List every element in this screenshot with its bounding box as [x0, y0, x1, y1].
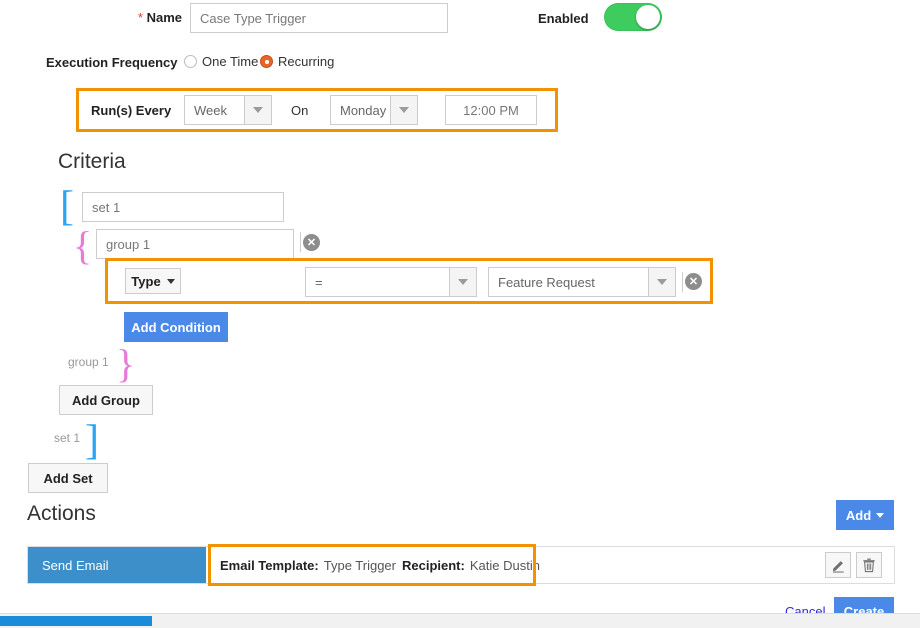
group-open-bracket: { [73, 223, 93, 268]
execution-frequency-label: Execution Frequency [46, 55, 178, 70]
condition-field-select[interactable]: Type [125, 268, 181, 294]
chevron-down-icon [166, 278, 175, 284]
runs-every-select[interactable]: Week [184, 95, 272, 125]
set-name-input[interactable]: set 1 [82, 192, 284, 222]
horizontal-scrollbar[interactable] [0, 613, 920, 628]
condition-operator-value: = [315, 274, 323, 290]
radio-one-time-label: One Time [202, 54, 259, 69]
add-condition-button[interactable]: Add Condition [124, 312, 228, 342]
actions-heading: Actions [27, 502, 96, 525]
name-label: Name [146, 10, 182, 25]
set-open-bracket: [ [60, 184, 74, 230]
runs-every-label: Run(s) Every [91, 103, 172, 118]
scrollbar-thumb[interactable] [0, 616, 152, 626]
condition-value-select[interactable]: Feature Request [488, 267, 676, 297]
condition-operator-select[interactable]: = [305, 267, 477, 297]
action-detail: Email Template: Type Trigger Recipient: … [206, 547, 825, 583]
add-action-button[interactable]: Add [836, 500, 894, 530]
condition-value-text: Feature Request [498, 274, 595, 290]
frequency-radio-one-time[interactable]: One Time [184, 54, 258, 69]
condition-divider [682, 272, 683, 292]
on-day-select[interactable]: Monday [330, 95, 418, 125]
enabled-toggle[interactable] [604, 3, 662, 31]
on-day-value: Monday [340, 102, 387, 118]
name-label-wrap: * Name [118, 10, 182, 25]
required-asterisk: * [137, 10, 143, 25]
remove-group-button[interactable]: ✕ [303, 234, 320, 251]
chevron-down-icon[interactable] [390, 96, 417, 124]
enabled-label: Enabled [538, 11, 589, 26]
chevron-down-icon[interactable] [244, 96, 271, 124]
name-input[interactable]: Case Type Trigger [190, 3, 448, 33]
chevron-down-icon[interactable] [648, 268, 675, 296]
on-label: On [291, 103, 309, 118]
chevron-down-icon[interactable] [449, 268, 476, 296]
action-detail-value-1: Type Trigger [323, 557, 396, 573]
group-name-input[interactable]: group 1 [96, 229, 294, 259]
criteria-heading: Criteria [58, 150, 126, 173]
action-type-label: Send Email [28, 547, 206, 583]
runs-every-value: Week [194, 102, 227, 118]
group-divider [300, 232, 301, 252]
time-input[interactable]: 12:00 PM [445, 95, 537, 125]
pencil-icon [832, 560, 844, 573]
action-detail-label-1: Email Template: [220, 557, 319, 573]
action-detail-value-2: Katie Dustin [469, 557, 540, 573]
trash-icon [863, 558, 875, 572]
frequency-radio-recurring[interactable]: Recurring [260, 54, 334, 69]
action-detail-label-2: Recipient: [402, 557, 465, 573]
radio-one-time-input[interactable] [184, 55, 197, 68]
condition-field-value: Type [131, 273, 161, 289]
delete-action-button[interactable] [856, 552, 882, 578]
action-row-controls [825, 547, 894, 583]
toggle-knob [636, 5, 660, 29]
edit-action-button[interactable] [825, 552, 851, 578]
add-action-label: Add [845, 507, 872, 523]
chevron-down-icon [876, 512, 885, 518]
add-group-button[interactable]: Add Group [59, 385, 153, 415]
action-row: Send Email Email Template: Type Trigger … [27, 546, 895, 584]
remove-condition-button[interactable]: ✕ [685, 273, 702, 290]
group-close-bracket: } [116, 341, 136, 386]
group-close-label: group 1 [68, 355, 109, 369]
set-close-bracket: ] [85, 418, 99, 464]
radio-recurring-input[interactable] [260, 55, 273, 68]
radio-recurring-label: Recurring [278, 54, 335, 69]
add-set-button[interactable]: Add Set [28, 463, 108, 493]
set-close-label: set 1 [54, 431, 81, 445]
